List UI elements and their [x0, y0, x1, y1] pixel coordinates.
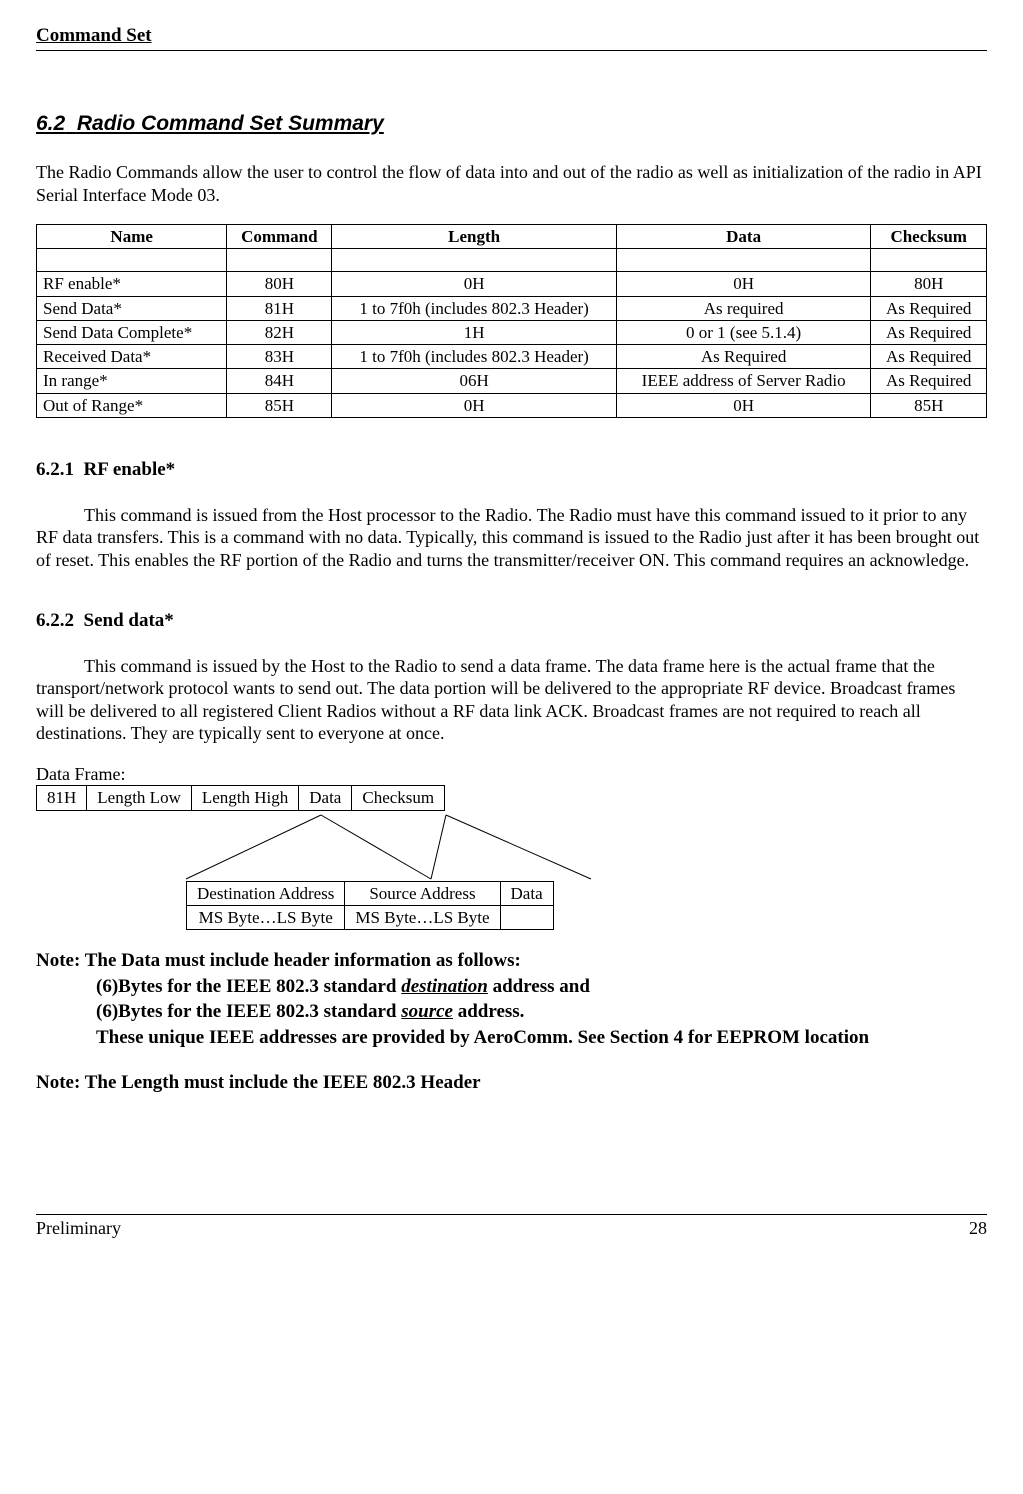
df-cell: Length High — [191, 786, 298, 810]
cell-checksum: 85H — [871, 393, 987, 417]
cell-name: In range* — [37, 369, 227, 393]
cell-checksum: As Required — [871, 320, 987, 344]
sub-cell: MS Byte…LS Byte — [187, 905, 345, 929]
df-cell: Data — [299, 786, 352, 810]
footer-left: Preliminary — [36, 1217, 121, 1240]
note-line: (6)Bytes for the IEEE 802.3 standard des… — [96, 974, 987, 1000]
cell-checksum: As Required — [871, 369, 987, 393]
note-text: (6)Bytes for the IEEE 802.3 standard — [96, 976, 401, 997]
table-row: RF enable* 80H 0H 0H 80H — [37, 272, 987, 296]
subsection-number: 6.2.2 — [36, 610, 74, 631]
col-checksum: Checksum — [871, 225, 987, 249]
footer-page-number: 28 — [969, 1217, 987, 1240]
cell-name: RF enable* — [37, 272, 227, 296]
subsection-body: This command is issued from the Host pro… — [36, 504, 987, 572]
table-row: Out of Range* 85H 0H 0H 85H — [37, 393, 987, 417]
subsection-heading: 6.2.2 Send data* — [36, 609, 987, 633]
cell-data: 0H — [616, 393, 871, 417]
table-header-row: Name Command Length Data Checksum — [37, 225, 987, 249]
subsection-number: 6.2.1 — [36, 459, 74, 480]
section-heading: 6.2 Radio Command Set Summary — [36, 111, 987, 137]
table-row: In range* 84H 06H IEEE address of Server… — [37, 369, 987, 393]
table-row: Send Data* 81H 1 to 7f0h (includes 802.3… — [37, 296, 987, 320]
col-name: Name — [37, 225, 227, 249]
note-lead: Note: The Data must include header infor… — [36, 950, 521, 971]
table-row: Received Data* 83H 1 to 7f0h (includes 8… — [37, 345, 987, 369]
page-header-title: Command Set — [36, 24, 987, 48]
section-number: 6.2 — [36, 112, 65, 135]
note-line: (6)Bytes for the IEEE 802.3 standard sou… — [96, 999, 987, 1025]
note-length-header: Note: The Length must include the IEEE 8… — [36, 1071, 987, 1095]
sub-cell: Source Address — [345, 881, 500, 905]
cell-checksum: As Required — [871, 296, 987, 320]
table-spacer-row — [37, 249, 987, 272]
note-text: address and — [488, 976, 590, 997]
section-title-text: Radio Command Set Summary — [77, 112, 384, 135]
col-length: Length — [332, 225, 616, 249]
sub-cell: MS Byte…LS Byte — [345, 905, 500, 929]
note-line: These unique IEEE addresses are provided… — [96, 1025, 987, 1051]
cell-command: 84H — [227, 369, 332, 393]
header-rule — [36, 50, 987, 51]
note-text: address. — [453, 1001, 524, 1022]
subsection-title-text: Send data* — [84, 610, 174, 631]
cell-command: 83H — [227, 345, 332, 369]
cell-length: 06H — [332, 369, 616, 393]
cell-name: Received Data* — [37, 345, 227, 369]
data-frame-label: Data Frame: — [36, 763, 987, 786]
cell-checksum: 80H — [871, 272, 987, 296]
cell-command: 80H — [227, 272, 332, 296]
note-underline: source — [401, 1001, 453, 1022]
cell-length: 1H — [332, 320, 616, 344]
cell-length: 0H — [332, 272, 616, 296]
cell-name: Send Data* — [37, 296, 227, 320]
col-command: Command — [227, 225, 332, 249]
expansion-diagram — [36, 811, 596, 881]
note-data-header: Note: The Data must include header infor… — [36, 948, 987, 1051]
col-data: Data — [616, 225, 871, 249]
cell-length: 1 to 7f0h (includes 802.3 Header) — [332, 296, 616, 320]
sub-cell: Destination Address — [187, 881, 345, 905]
command-summary-table: Name Command Length Data Checksum RF ena… — [36, 224, 987, 418]
cell-data: As Required — [616, 345, 871, 369]
cell-data: 0H — [616, 272, 871, 296]
cell-name: Out of Range* — [37, 393, 227, 417]
table-row: Send Data Complete* 82H 1H 0 or 1 (see 5… — [37, 320, 987, 344]
data-expansion-table: Destination Address Source Address Data … — [186, 881, 554, 931]
df-cell: 81H — [37, 786, 87, 810]
footer-rule — [36, 1214, 987, 1215]
cell-data: As required — [616, 296, 871, 320]
section-intro: The Radio Commands allow the user to con… — [36, 161, 987, 206]
cell-data: IEEE address of Server Radio — [616, 369, 871, 393]
df-cell: Checksum — [352, 786, 445, 810]
note-underline: destination — [401, 976, 488, 997]
cell-name: Send Data Complete* — [37, 320, 227, 344]
cell-command: 82H — [227, 320, 332, 344]
cell-length: 1 to 7f0h (includes 802.3 Header) — [332, 345, 616, 369]
cell-command: 81H — [227, 296, 332, 320]
cell-command: 85H — [227, 393, 332, 417]
sub-cell — [500, 905, 553, 929]
sub-cell: Data — [500, 881, 553, 905]
cell-checksum: As Required — [871, 345, 987, 369]
data-frame-table: 81H Length Low Length High Data Checksum — [36, 785, 445, 810]
subsection-title-text: RF enable* — [84, 459, 176, 480]
df-cell: Length Low — [87, 786, 192, 810]
cell-length: 0H — [332, 393, 616, 417]
subsection-heading: 6.2.1 RF enable* — [36, 458, 987, 482]
cell-data: 0 or 1 (see 5.1.4) — [616, 320, 871, 344]
subsection-body: This command is issued by the Host to th… — [36, 655, 987, 745]
page-footer: Preliminary 28 — [36, 1214, 987, 1240]
note-text: (6)Bytes for the IEEE 802.3 standard — [96, 1001, 401, 1022]
